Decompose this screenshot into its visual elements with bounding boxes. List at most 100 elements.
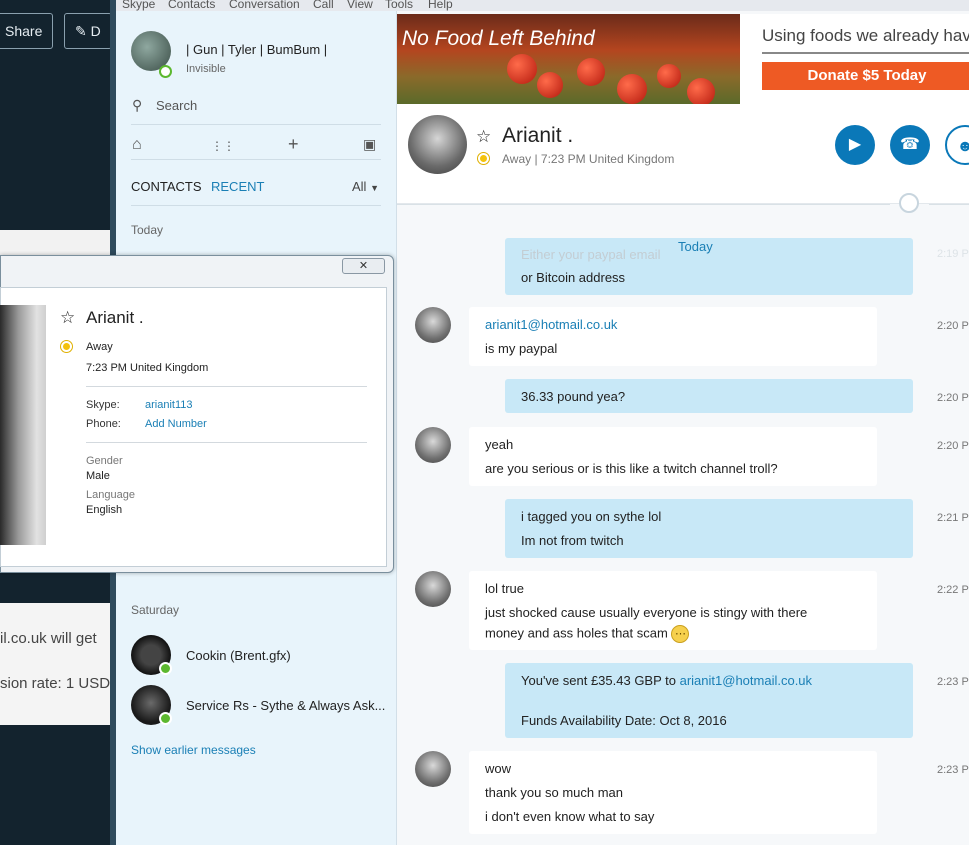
message-time: 2:22 P [937,584,969,596]
section-saturday: Saturday [131,603,180,617]
share-button[interactable]: Share [0,13,54,49]
ad-tagline: Using foods we already hav [762,26,969,45]
language-value: English [86,504,123,516]
section-today: Today [131,223,164,237]
divider [131,159,381,160]
contact-cookin[interactable]: Cookin (Brent.gfx) [186,648,291,663]
star-icon[interactable]: ☆ [476,127,491,147]
message-time: 2:23 P [937,764,969,776]
avatar[interactable] [415,307,451,343]
filter-dropdown[interactable]: All ▼ [352,179,379,194]
avatar[interactable] [415,427,451,463]
today-separator: Today [678,239,713,254]
paypal-link[interactable]: arianit1@hotmail.co.uk [680,673,812,688]
skype-id-link[interactable]: arianit113 [145,399,193,411]
menu-help[interactable]: Help [428,0,453,11]
background-text-line: sion rate: 1 USD [0,675,111,692]
avatar[interactable] [415,751,451,787]
menu-tools[interactable]: Tools [385,0,413,11]
avatar[interactable] [415,571,451,607]
message-outgoing[interactable]: You've sent £35.43 GBP to arianit1@hotma… [505,663,913,738]
bot-icon[interactable]: ▣ [363,136,376,153]
show-earlier-messages-link[interactable]: Show earlier messages [131,743,256,757]
message-text: You've sent £35.43 GBP to [521,673,680,688]
divider [762,52,969,54]
ad-title[interactable]: No Food Left Behind [402,27,595,51]
screen: Share ✎ D il.co.uk will get sion rate: 1… [0,0,969,845]
ad-panel[interactable]: Using foods we already hav Donate $5 Tod… [740,14,969,104]
message-text: Either your paypal email [521,247,661,262]
menu-skype[interactable]: Skype [122,0,155,11]
message-text: money and ass holes that scam [485,625,668,641]
profile-photo [0,305,46,545]
skype-label: Skype: [86,399,120,411]
language-label: Language [86,489,135,501]
divider [929,204,969,205]
edit-button[interactable]: ✎ D [64,13,112,49]
phone-call-icon[interactable]: ☎ [890,125,930,165]
edit-button-label: D [90,23,101,39]
chat-contact-name[interactable]: Arianit . [502,124,573,148]
message-text: just shocked cause usually everyone is s… [485,605,808,620]
close-icon[interactable]: ✕ [342,258,385,274]
message-text: is my paypal [485,341,558,356]
add-icon[interactable]: + [288,134,299,155]
home-icon[interactable]: ⌂ [132,136,142,154]
message-incoming[interactable]: lol true just shocked cause usually ever… [469,571,877,650]
menu-conversation[interactable]: Conversation [229,0,300,11]
divider [131,205,381,206]
message-text: or Bitcoin address [521,270,626,285]
menu-bar: Skype Contacts Conversation Call View To… [116,0,969,11]
add-number-link[interactable]: Add Number [145,418,207,430]
dialpad-icon[interactable]: ⋮⋮ [211,139,235,153]
divider [131,124,381,125]
invisible-status-icon [159,65,172,78]
background-text-line: il.co.uk will get [0,630,97,647]
my-status[interactable]: Invisible [186,63,226,75]
message-text: Funds Availability Date: Oct 8, 2016 [521,713,727,728]
message-time: 2:20 P [937,320,969,332]
message-text: thank you so much man [485,785,624,800]
message-text: wow [485,761,512,776]
profile-local-time: 7:23 PM United Kingdom [86,362,209,374]
divider [86,442,367,443]
message-outgoing[interactable]: 36.33 pound yea? [505,379,913,413]
message-time: 2:20 P [937,392,969,404]
donate-button[interactable]: Donate $5 Today [762,62,969,90]
message-time: 2:19 P [937,248,969,260]
menu-view[interactable]: View [347,0,373,11]
chat-contact-status: Away | 7:23 PM United Kingdom [502,152,675,166]
message-text: yeah [485,437,514,452]
chevron-down-icon: ▼ [370,183,379,193]
globe-icon [899,193,919,213]
contact-service-rs[interactable]: Service Rs - Sythe & Always Ask... [186,698,385,713]
menu-call[interactable]: Call [313,0,334,11]
gender-value: Male [86,470,110,482]
tab-recent[interactable]: RECENT [211,179,264,194]
online-status-icon [159,712,172,725]
message-incoming[interactable]: wow thank you so much man i don't even k… [469,751,877,834]
message-time: 2:21 P [937,512,969,524]
message-outgoing[interactable]: i tagged you on sythe lol Im not from tw… [505,499,913,558]
message-text: lol true [485,581,525,596]
away-status-icon [61,341,72,352]
my-display-name[interactable]: | Gun | Tyler | BumBum | [186,42,327,57]
star-icon[interactable]: ☆ [60,308,75,328]
contact-avatar[interactable] [408,115,467,174]
message-incoming[interactable]: yeah are you serious or is this like a t… [469,427,877,486]
tab-contacts[interactable]: CONTACTS [131,179,202,194]
message-text: i don't even know what to say [485,809,655,824]
gender-label: Gender [86,455,123,467]
message-text: are you serious or is this like a twitch… [485,461,778,476]
search-input[interactable]: Search [156,98,197,113]
phone-label: Phone: [86,418,121,430]
emoji-icon: ⋯ [671,625,690,643]
message-time: 2:23 P [937,676,969,688]
menu-contacts[interactable]: Contacts [168,0,215,11]
search-icon: ⚲ [132,97,143,113]
divider [397,204,890,205]
paypal-link[interactable]: arianit1@hotmail.co.uk [485,317,617,332]
message-text: i tagged you on sythe lol [521,509,662,524]
video-call-icon[interactable]: ▶ [835,125,875,165]
message-incoming[interactable]: arianit1@hotmail.co.uk is my paypal [469,307,877,366]
